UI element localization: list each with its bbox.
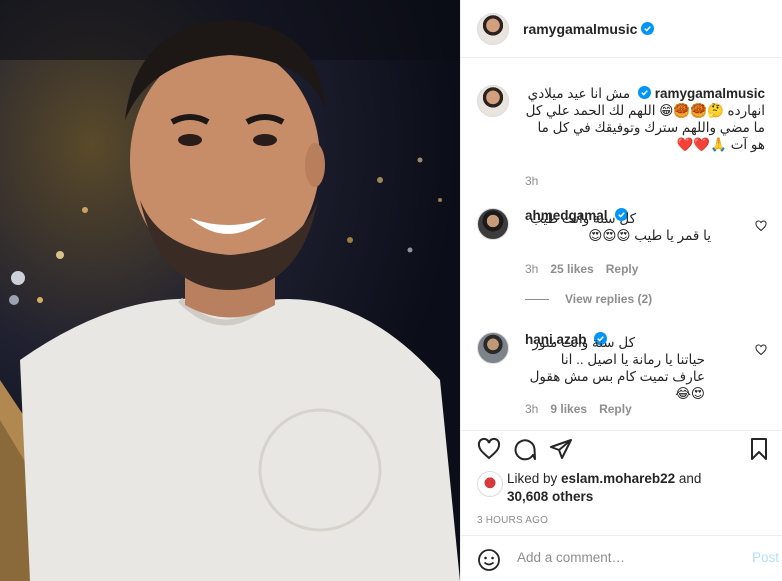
comment-avatar[interactable] bbox=[477, 208, 509, 240]
save-bookmark-icon[interactable] bbox=[747, 437, 771, 461]
reply-button[interactable]: Reply bbox=[599, 402, 632, 416]
author-username[interactable]: ramygamalmusic bbox=[523, 21, 637, 37]
portrait-photo bbox=[0, 0, 460, 581]
post-comment-button[interactable]: Post bbox=[752, 550, 779, 565]
caption-text-block: ramygamalmusic مش انا عيد ميلادي انهارده… bbox=[525, 85, 765, 153]
comment-avatar[interactable] bbox=[477, 332, 509, 364]
caption-time[interactable]: 3h bbox=[525, 174, 538, 188]
liker-avatar[interactable] bbox=[477, 471, 503, 497]
likes-count[interactable]: 30,608 others bbox=[507, 489, 593, 504]
instagram-post-modal: ramygamalmusic ramygamalmusic مش انا عيد… bbox=[0, 0, 782, 581]
liked-by-text: Liked by eslam.mohareb22 and 30,608 othe… bbox=[507, 471, 702, 504]
reply-button[interactable]: Reply bbox=[606, 262, 639, 276]
like-heart-icon[interactable] bbox=[477, 437, 501, 461]
emoji-smile-icon[interactable] bbox=[477, 548, 501, 572]
share-paper-plane-icon[interactable] bbox=[549, 437, 573, 461]
post-actions bbox=[461, 430, 782, 466]
comment-bubble-icon[interactable] bbox=[513, 437, 537, 461]
comment-meta: 3h 25 likes Reply bbox=[525, 262, 639, 276]
post-header: ramygamalmusic bbox=[461, 0, 782, 58]
like-comment-heart-icon[interactable] bbox=[755, 220, 767, 232]
verified-badge-icon bbox=[637, 86, 651, 99]
comment-meta: 3h 9 likes Reply bbox=[525, 402, 632, 416]
caption-text: ramygamalmusic مش انا عيد ميلادي انهارده… bbox=[525, 85, 765, 153]
caption-avatar[interactable] bbox=[477, 85, 509, 117]
add-comment-bar: Post bbox=[461, 535, 782, 581]
replies-divider bbox=[525, 298, 549, 300]
comment-text: كل سنة وانت طيب يا قمر يا طيب 😍😍😍 bbox=[530, 211, 711, 243]
add-comment-input[interactable] bbox=[517, 550, 717, 565]
post-details-panel: ramygamalmusic ramygamalmusic مش انا عيد… bbox=[460, 0, 782, 581]
likes-summary: Liked by eslam.mohareb22 and 30,608 othe… bbox=[477, 468, 767, 508]
caption-username[interactable]: ramygamalmusic bbox=[655, 86, 765, 101]
view-replies-button[interactable]: View replies (2) bbox=[525, 292, 652, 306]
comments-list: ramygamalmusic مش انا عيد ميلادي انهارده… bbox=[461, 58, 782, 430]
posted-time[interactable]: 3 HOURS AGO bbox=[477, 515, 548, 526]
liker-username[interactable]: eslam.mohareb22 bbox=[561, 471, 675, 486]
comment-text: كل سنة وانت منور حياتنا يا رمانة يا اصيل… bbox=[529, 335, 705, 401]
like-comment-heart-icon[interactable] bbox=[755, 344, 767, 356]
author-avatar[interactable] bbox=[477, 12, 509, 45]
comment-item: hani.azab كل سنة وانت منور حياتنا يا رما… bbox=[477, 332, 767, 402]
post-photo[interactable] bbox=[0, 0, 460, 581]
verified-badge-icon bbox=[641, 22, 655, 35]
